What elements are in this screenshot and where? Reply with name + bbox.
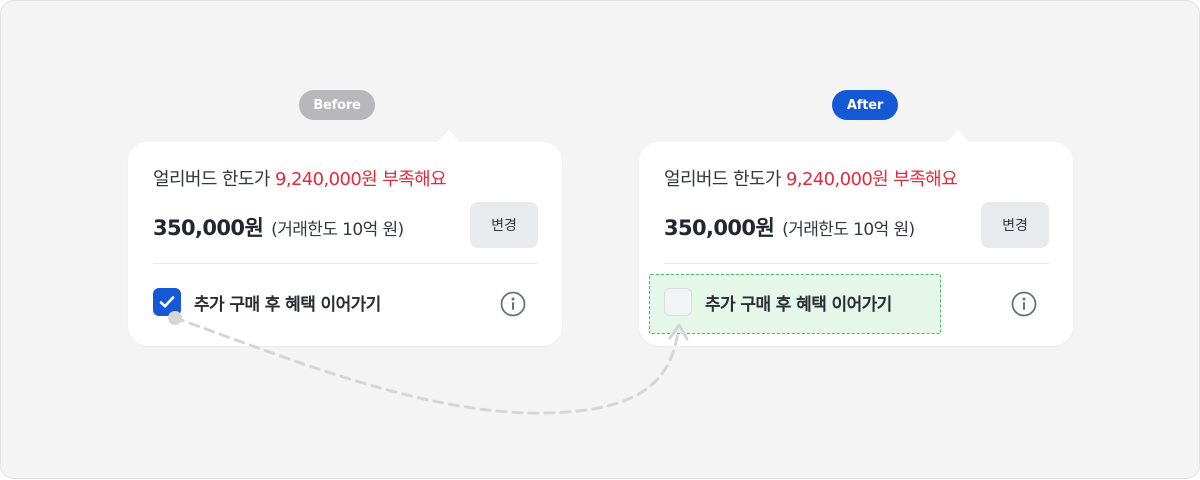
amount-value: 350,000원	[153, 216, 264, 240]
amount-note: (거래한도 10억 원)	[782, 220, 915, 240]
limit-prefix: 얼리버드 한도가	[664, 169, 786, 190]
divider	[153, 263, 538, 264]
info-icon[interactable]	[499, 290, 527, 318]
card-pointer	[437, 130, 461, 143]
limit-message: 얼리버드 한도가 9,240,000원 부족해요	[153, 165, 447, 191]
amount-line: 350,000원 (거래한도 10억 원)	[664, 212, 915, 242]
before-card: 얼리버드 한도가 9,240,000원 부족해요 350,000원 (거래한도 …	[128, 130, 562, 346]
limit-prefix: 얼리버드 한도가	[153, 169, 275, 190]
change-button[interactable]: 변경	[470, 202, 538, 248]
limit-message: 얼리버드 한도가 9,240,000원 부족해요	[664, 165, 958, 191]
amount-value: 350,000원	[664, 216, 775, 240]
limit-warning: 9,240,000원 부족해요	[274, 169, 447, 190]
amount-line: 350,000원 (거래한도 10억 원)	[153, 212, 404, 242]
change-button[interactable]: 변경	[981, 202, 1049, 248]
benefit-option-label: 추가 구매 후 혜택 이어가기	[194, 294, 381, 315]
before-label: Before	[299, 90, 375, 120]
continue-benefit-option[interactable]: 추가 구매 후 혜택 이어가기	[664, 288, 892, 316]
after-label: After	[832, 90, 898, 120]
benefit-checkbox[interactable]	[664, 288, 692, 316]
amount-note: (거래한도 10억 원)	[271, 220, 404, 240]
comparison-canvas: Before After 얼리버드 한도가 9,240,000원 부족해요 35…	[0, 0, 1200, 479]
checkmark-icon	[159, 296, 175, 308]
benefit-option-label: 추가 구매 후 혜택 이어가기	[705, 294, 892, 315]
info-icon[interactable]	[1010, 290, 1038, 318]
benefit-checkbox[interactable]	[153, 288, 181, 316]
divider	[664, 263, 1049, 264]
card-pointer	[946, 130, 970, 143]
continue-benefit-option[interactable]: 추가 구매 후 혜택 이어가기	[153, 288, 381, 316]
limit-warning: 9,240,000원 부족해요	[785, 169, 958, 190]
